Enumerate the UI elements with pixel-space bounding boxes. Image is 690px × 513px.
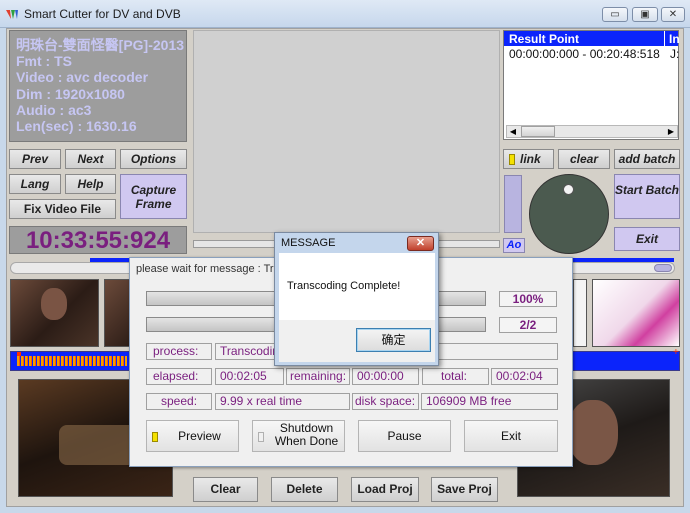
file-info-panel: 明珠台-雙面怪醫[PG]-2013 Fmt : TS Video : avc d…	[9, 30, 187, 142]
audio-out-button[interactable]: Ao	[503, 238, 525, 253]
preview-button-label: Preview	[178, 429, 221, 443]
message-close-icon[interactable]: ✕	[407, 236, 434, 251]
speed-label: speed:	[146, 393, 212, 410]
delete-button[interactable]: Delete	[271, 477, 338, 502]
result-extra: J:	[670, 47, 679, 61]
dialog-exit-button[interactable]: Exit	[464, 420, 558, 452]
lang-button[interactable]: Lang	[9, 174, 61, 194]
result-range: 00:00:00:000 - 00:20:48:518	[509, 47, 660, 61]
file-name: 明珠台-雙面怪醫[PG]-2013	[16, 37, 185, 53]
options-button[interactable]: Options	[120, 149, 187, 169]
column-divider	[664, 31, 665, 46]
clear-button[interactable]: Clear	[193, 477, 258, 502]
disk-space-label: disk space:	[352, 393, 419, 410]
capture-frame-button[interactable]: Capture Frame	[120, 174, 187, 219]
result-point-list[interactable]: Result Point In 00:00:00:000 - 00:20:48:…	[503, 30, 680, 140]
video-codec: Video : avc decoder	[16, 69, 149, 86]
position-slider-thumb[interactable]	[654, 264, 672, 272]
audio-level-left	[17, 356, 127, 366]
exit-main-button[interactable]: Exit	[614, 227, 680, 251]
remaining-value: 00:00:00	[352, 368, 419, 385]
scroll-left-icon[interactable]: ◀	[507, 126, 519, 137]
shutdown-indicator-icon	[258, 432, 264, 442]
file-format: Fmt : TS	[16, 53, 72, 70]
jog-dial-handle-icon[interactable]	[563, 184, 574, 195]
progress-dialog-title: please wait for message : Tr	[136, 263, 274, 275]
message-box-title: MESSAGE	[281, 237, 336, 249]
video-dimensions: Dim : 1920x1080	[16, 85, 125, 102]
shutdown-when-done-button[interactable]: Shutdown When Done	[252, 420, 345, 452]
shutdown-button-label: Shutdown When Done	[274, 421, 339, 448]
marker-end-icon: +	[673, 347, 679, 358]
prev-button[interactable]: Prev	[9, 149, 61, 169]
thumbnail-frame[interactable]	[573, 279, 587, 347]
message-text: Transcoding Complete!	[287, 280, 401, 292]
start-batch-button[interactable]: Start Batch	[614, 174, 680, 219]
frame-face	[568, 400, 618, 465]
message-box: MESSAGE ✕ Transcoding Complete! 确定	[274, 232, 439, 366]
thumbnail-frame[interactable]	[592, 279, 680, 347]
elapsed-value: 00:02:05	[215, 368, 284, 385]
link-button[interactable]: link	[503, 149, 554, 169]
total-value: 00:02:04	[491, 368, 558, 385]
jog-dial[interactable]	[529, 174, 609, 254]
message-footer: 确定	[279, 320, 435, 362]
volume-slider[interactable]	[504, 175, 522, 233]
link-indicator-icon	[509, 154, 515, 165]
elapsed-label: elapsed:	[146, 368, 212, 385]
pause-button[interactable]: Pause	[358, 420, 451, 452]
title-bar: Smart Cutter for DV and DVB ▭ ▣ ✕	[0, 0, 690, 28]
clear-list-button[interactable]: clear	[558, 149, 610, 169]
close-window-button[interactable]: ✕	[661, 7, 685, 22]
thumbnail-frame[interactable]	[10, 279, 99, 347]
task-progress-count: 2/2	[499, 317, 557, 333]
disk-space-value: 106909 MB free	[421, 393, 558, 410]
scroll-thumb[interactable]	[521, 126, 555, 137]
next-button[interactable]: Next	[65, 149, 116, 169]
preview-indicator-icon	[152, 432, 158, 442]
video-length: Len(sec) : 1630.16	[16, 118, 137, 135]
column-result-point[interactable]: Result Point	[509, 32, 579, 46]
speed-value: 9.99 x real time	[215, 393, 350, 410]
scroll-right-icon[interactable]: ▶	[665, 126, 677, 137]
marker-start-icon	[17, 352, 21, 356]
video-preview-area	[193, 30, 500, 233]
overall-progress-percent: 100%	[499, 291, 557, 307]
timecode-display: 10:33:55:924	[9, 226, 187, 254]
result-list-scrollbar[interactable]: ◀ ▶	[506, 125, 678, 138]
load-project-button[interactable]: Load Proj	[351, 477, 419, 502]
link-button-label: link	[520, 152, 541, 166]
result-list-header: Result Point In	[504, 31, 680, 46]
audio-codec: Audio : ac3	[16, 101, 92, 118]
total-label: total:	[422, 368, 489, 385]
fix-video-file-button[interactable]: Fix Video File	[9, 199, 116, 219]
minimize-button[interactable]: ▭	[602, 7, 628, 22]
list-item[interactable]: 00:00:00:000 - 00:20:48:518 J:	[509, 47, 679, 61]
add-batch-button[interactable]: add batch	[614, 149, 680, 169]
frame-table	[59, 425, 139, 465]
message-body: Transcoding Complete!	[279, 253, 435, 320]
process-label: process:	[146, 343, 212, 360]
thumbnail-face	[41, 288, 67, 320]
save-project-button[interactable]: Save Proj	[431, 477, 498, 502]
help-button[interactable]: Help	[65, 174, 116, 194]
app-logo-icon	[6, 10, 18, 19]
preview-button[interactable]: Preview	[146, 420, 239, 452]
window-title: Smart Cutter for DV and DVB	[24, 7, 181, 21]
ok-button[interactable]: 确定	[356, 328, 431, 352]
maximize-button[interactable]: ▣	[632, 7, 658, 22]
remaining-label: remaining:	[286, 368, 350, 385]
column-in[interactable]: In	[669, 32, 680, 46]
